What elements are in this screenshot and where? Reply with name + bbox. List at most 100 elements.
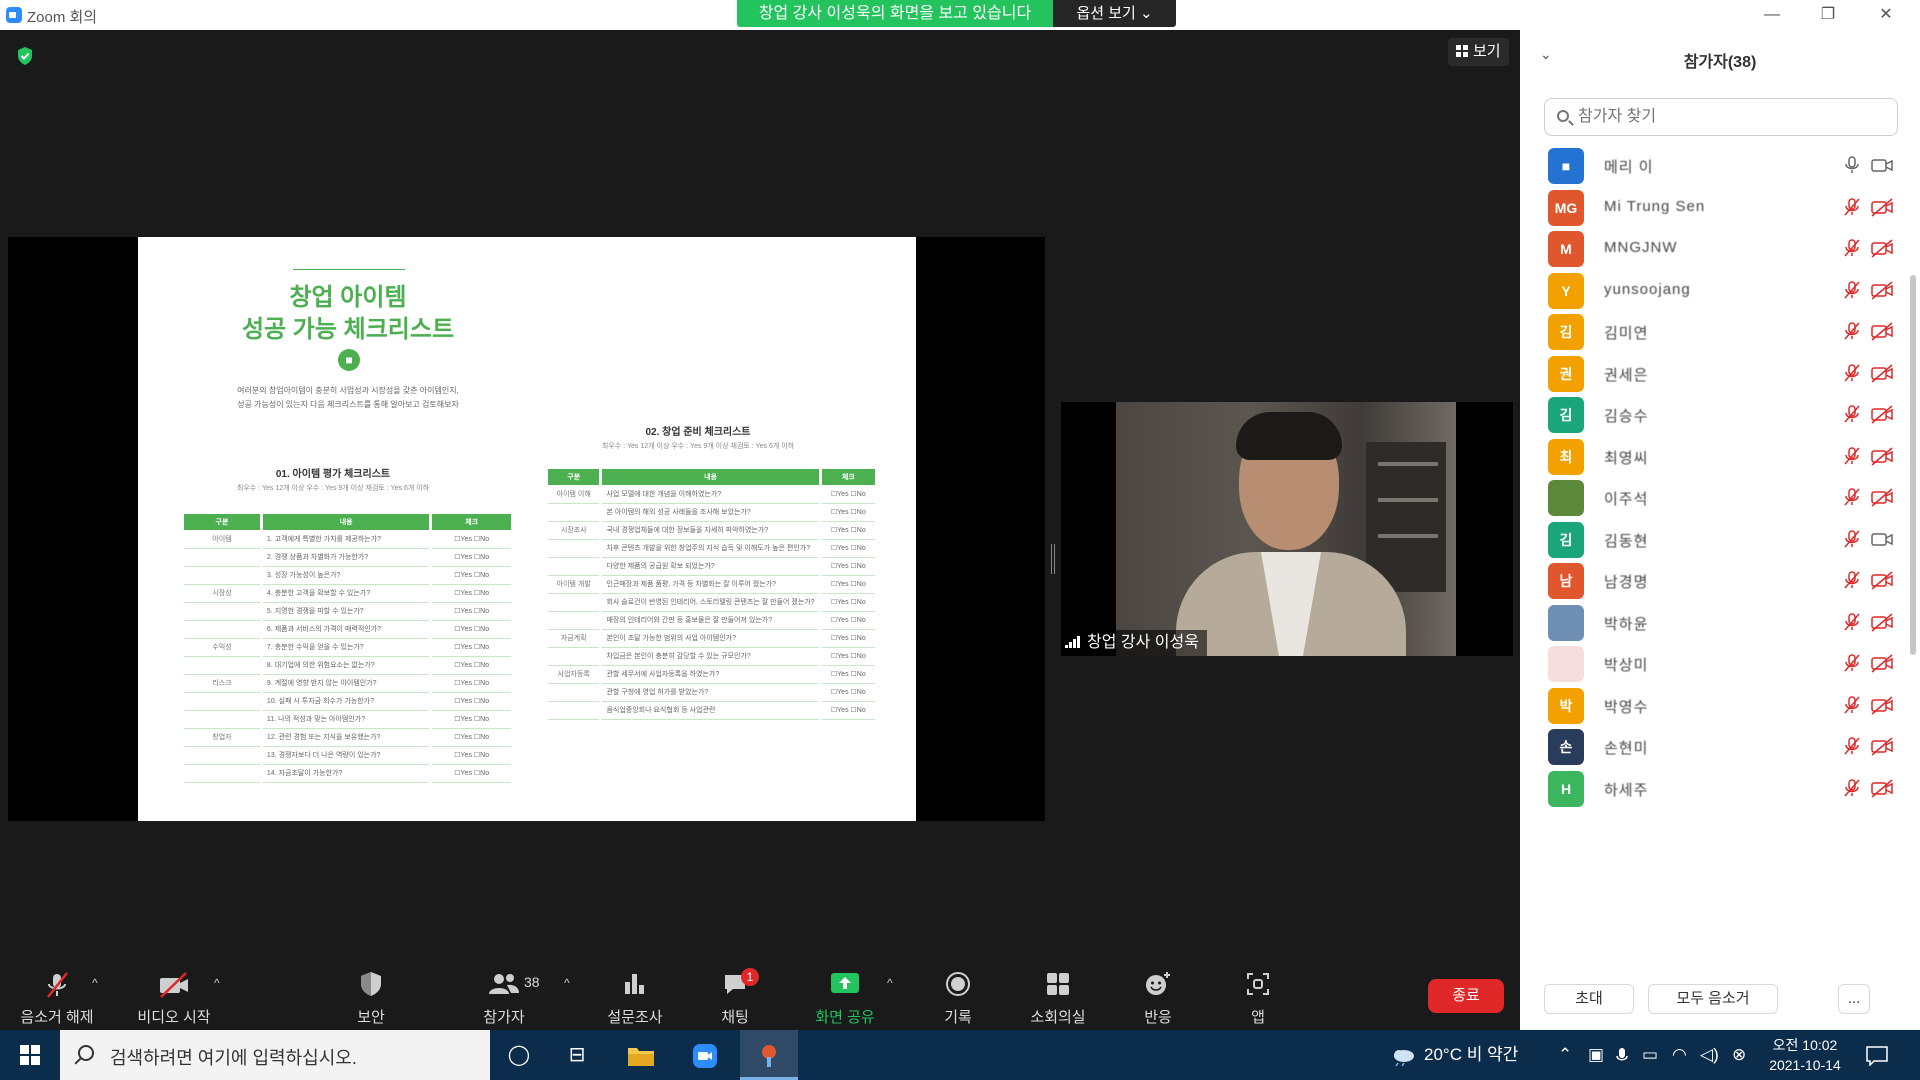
zoom-taskbar-icon[interactable] [676, 1030, 734, 1080]
participants-caret-icon[interactable]: ^ [564, 976, 570, 990]
more-options-button[interactable]: ... [1838, 984, 1870, 1014]
microphone-muted-icon[interactable] [1842, 695, 1862, 715]
end-meeting-button[interactable]: 종료 [1428, 979, 1504, 1013]
camera-off-icon[interactable] [1870, 321, 1894, 341]
microphone-muted-icon[interactable] [1842, 612, 1862, 632]
polls-button[interactable]: 설문조사 [580, 970, 690, 1027]
participant-name: yunsoojang [1604, 280, 1691, 298]
participant-list-scrollbar[interactable] [1910, 275, 1916, 655]
camera-off-icon[interactable] [1870, 363, 1894, 383]
microphone-muted-icon[interactable] [1842, 238, 1862, 258]
camera-off-icon[interactable] [1870, 778, 1894, 798]
record-button[interactable]: 기록 [903, 970, 1013, 1027]
row-category [184, 620, 263, 639]
camera-icon[interactable] [1870, 155, 1894, 175]
startup-prep-table: 구분 내용 체크 아이템 이해 사업 모델에 대한 개념을 이해하였는가? ☐Yes… [548, 469, 879, 720]
row-check: ☐Yes ☐No [820, 683, 879, 702]
windows-taskbar: 검색하려면 여기에 입력하십시오. ◯ ⊟ 20°C 비 약간 ⌃ ▣ ▭ ◠ … [0, 1030, 1920, 1080]
volume-icon[interactable]: ◁) [1700, 1030, 1719, 1080]
share-screen-button[interactable]: 화면 공유 [790, 970, 900, 1027]
table-row: 5. 지명한 경쟁을 피할 수 있는가? ☐Yes ☐No [184, 602, 514, 621]
wifi-icon[interactable]: ◠ [1672, 1030, 1687, 1080]
weather-text[interactable]: 20°C 비 약간 [1424, 1030, 1518, 1080]
start-video-button[interactable]: 비디오 시작 [119, 970, 229, 1027]
section2-subtitle: 최우수 : Yes 12개 이상 우수 : Yes 9개 이상 재검토 : Ye… [601, 443, 795, 450]
security-button[interactable]: 보안 [316, 970, 426, 1027]
camera-off-icon[interactable] [1870, 736, 1894, 756]
row-check: ☐Yes ☐No [430, 692, 514, 711]
split-view-handle[interactable] [1051, 544, 1055, 574]
notification-dismiss-icon[interactable]: ⊗ [1732, 1030, 1746, 1080]
view-options-button[interactable]: 옵션 보기 ⌄ [1053, 0, 1176, 27]
participant-search-input[interactable] [1578, 107, 1878, 127]
app-taskbar-icon-active[interactable] [740, 1030, 798, 1080]
breakout-rooms-button[interactable]: 소회의실 [1003, 970, 1113, 1027]
microphone-muted-icon[interactable] [1842, 363, 1862, 383]
microphone-muted-icon[interactable] [1842, 487, 1862, 507]
battery-icon[interactable]: ▭ [1642, 1030, 1658, 1080]
task-view-icon[interactable]: ⊟ [548, 1030, 606, 1080]
view-layout-button[interactable]: 보기 [1448, 38, 1509, 66]
restore-button[interactable]: ❐ [1808, 3, 1848, 27]
microphone-muted-icon[interactable] [1842, 653, 1862, 673]
taskbar-search-box[interactable]: 검색하려면 여기에 입력하십시오. [60, 1030, 490, 1080]
camera-off-icon[interactable] [1870, 653, 1894, 673]
apps-button[interactable]: 앱 [1203, 970, 1313, 1027]
chat-unread-badge: 1 [741, 968, 759, 986]
row-check: ☐Yes ☐No [820, 575, 879, 594]
microphone-muted-icon[interactable] [1842, 280, 1862, 300]
row-category [184, 548, 263, 567]
action-center-icon[interactable] [1866, 1030, 1888, 1080]
row-check: ☐Yes ☐No [820, 665, 879, 684]
camera-off-icon[interactable] [1870, 197, 1894, 217]
row-category: 자금계획 [548, 629, 603, 648]
microphone-muted-icon[interactable] [1842, 529, 1862, 549]
system-clock[interactable]: 오전 10:02 2021-10-14 [1755, 1035, 1855, 1075]
table-row: 차입금은 본인이 충분히 감당할 수 있는 규모인가? ☐Yes ☐No [548, 647, 879, 666]
weather-icon[interactable] [1390, 1030, 1416, 1080]
apps-label: 앱 [1251, 1009, 1265, 1026]
participant-search[interactable] [1544, 98, 1898, 136]
row-category [548, 557, 603, 576]
participant-name: 최영씨 [1604, 449, 1649, 467]
microphone-muted-icon[interactable] [1842, 778, 1862, 798]
cortana-icon[interactable]: ◯ [490, 1030, 548, 1080]
audio-options-caret-icon[interactable]: ^ [92, 976, 98, 990]
tray-mic-icon[interactable] [1616, 1030, 1628, 1080]
microphone-muted-icon[interactable] [1842, 446, 1862, 466]
slide-intro-line2: 성공 가능성이 있는지 다음 체크리스트를 통해 알아보고 검토해보자 [237, 400, 459, 409]
participants-button[interactable]: 참가자 [449, 970, 559, 1027]
microphone-muted-icon[interactable] [1842, 197, 1862, 217]
tray-device-icon[interactable]: ▣ [1588, 1030, 1604, 1080]
camera-off-icon[interactable] [1870, 446, 1894, 466]
video-options-caret-icon[interactable]: ^ [214, 976, 220, 990]
camera-off-icon[interactable] [1870, 238, 1894, 258]
minimize-button[interactable]: — [1752, 3, 1792, 27]
file-explorer-icon[interactable] [612, 1030, 670, 1080]
microphone-icon[interactable] [1842, 155, 1862, 175]
microphone-muted-icon[interactable] [1842, 321, 1862, 341]
row-content: 인근매장과 제품 품평, 가격 등 차별화는 잘 이루어 졌는가? [600, 575, 822, 594]
participant-name: 메리 이 [1604, 159, 1654, 176]
camera-off-icon[interactable] [1870, 404, 1894, 424]
participants-icon [449, 970, 559, 1002]
camera-icon[interactable] [1870, 529, 1894, 549]
chat-button[interactable]: 채팅 [680, 970, 790, 1027]
security-shield-icon [316, 970, 426, 1002]
camera-off-icon[interactable] [1870, 487, 1894, 507]
share-options-caret-icon[interactable]: ^ [887, 976, 893, 990]
participant-row[interactable]: H 하세주 [1520, 763, 1910, 814]
reactions-button[interactable]: 반응 [1103, 970, 1213, 1027]
camera-off-icon[interactable] [1870, 280, 1894, 300]
windows-start-icon[interactable] [20, 1045, 40, 1065]
tray-overflow-icon[interactable]: ⌃ [1558, 1030, 1572, 1080]
invite-button[interactable]: 초대 [1544, 984, 1634, 1014]
camera-off-icon[interactable] [1870, 570, 1894, 590]
close-button[interactable]: ✕ [1866, 3, 1906, 27]
microphone-muted-icon[interactable] [1842, 404, 1862, 424]
camera-off-icon[interactable] [1870, 695, 1894, 715]
mute-all-button[interactable]: 모두 음소거 [1648, 984, 1778, 1014]
microphone-muted-icon[interactable] [1842, 570, 1862, 590]
microphone-muted-icon[interactable] [1842, 736, 1862, 756]
camera-off-icon[interactable] [1870, 612, 1894, 632]
